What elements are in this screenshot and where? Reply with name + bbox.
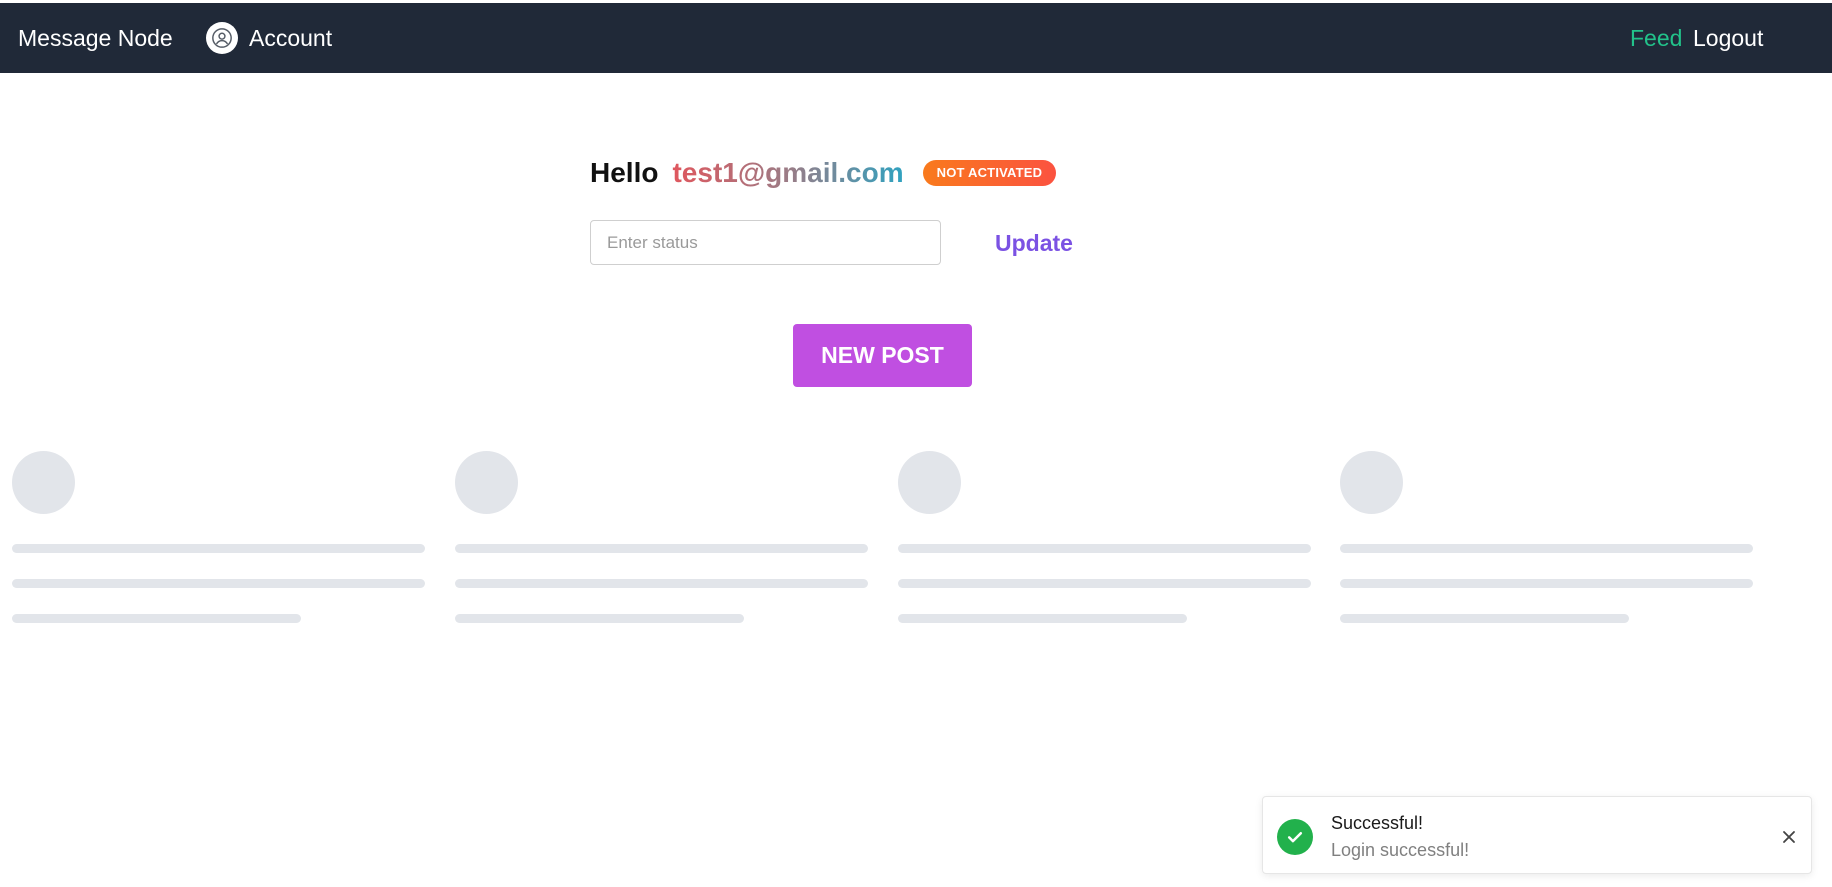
new-post-button[interactable]: NEW POST	[793, 324, 972, 387]
skeleton-line	[1340, 544, 1753, 553]
post-skeleton	[12, 451, 426, 626]
check-icon	[1277, 819, 1313, 855]
success-toast: Successful! Login successful!	[1262, 796, 1812, 874]
skeleton-line	[12, 544, 425, 553]
skeleton-line	[898, 579, 1311, 588]
post-skeleton	[455, 451, 869, 626]
user-email: test1@gmail.com	[672, 157, 904, 188]
skeleton-line	[455, 579, 868, 588]
top-navbar: Message Node Account Feed Logout	[0, 3, 1832, 73]
skeleton-line	[898, 544, 1311, 553]
toast-title: Successful!	[1331, 813, 1424, 833]
update-status-button[interactable]: Update	[995, 226, 1073, 260]
account-label: Account	[249, 24, 333, 51]
skeleton-avatar	[898, 451, 961, 514]
skeleton-avatar	[12, 451, 75, 514]
skeleton-avatar	[455, 451, 518, 514]
status-input[interactable]	[590, 220, 941, 265]
toast-message: Login successful!	[1331, 840, 1470, 860]
skeleton-line	[12, 579, 425, 588]
nav-feed-link[interactable]: Feed	[1630, 3, 1682, 73]
skeleton-line	[12, 614, 301, 623]
greeting-row: Hello test1@gmail.com NOT ACTIVATED	[590, 152, 1057, 194]
user-circle-icon	[206, 22, 238, 54]
skeleton-line	[1340, 579, 1753, 588]
post-skeleton	[898, 451, 1312, 626]
post-skeleton	[1340, 451, 1754, 626]
account-link[interactable]: Account	[206, 20, 332, 56]
greeting-text: Hello	[590, 157, 659, 188]
skeleton-avatar	[1340, 451, 1403, 514]
close-icon[interactable]	[1779, 827, 1799, 847]
brand-link[interactable]: Message Node	[18, 3, 173, 73]
nav-logout-link[interactable]: Logout	[1693, 3, 1763, 73]
skeleton-line	[1340, 614, 1629, 623]
status-badge: NOT ACTIVATED	[922, 160, 1057, 186]
skeleton-line	[455, 614, 744, 623]
skeleton-line	[898, 614, 1187, 623]
skeleton-line	[455, 544, 868, 553]
